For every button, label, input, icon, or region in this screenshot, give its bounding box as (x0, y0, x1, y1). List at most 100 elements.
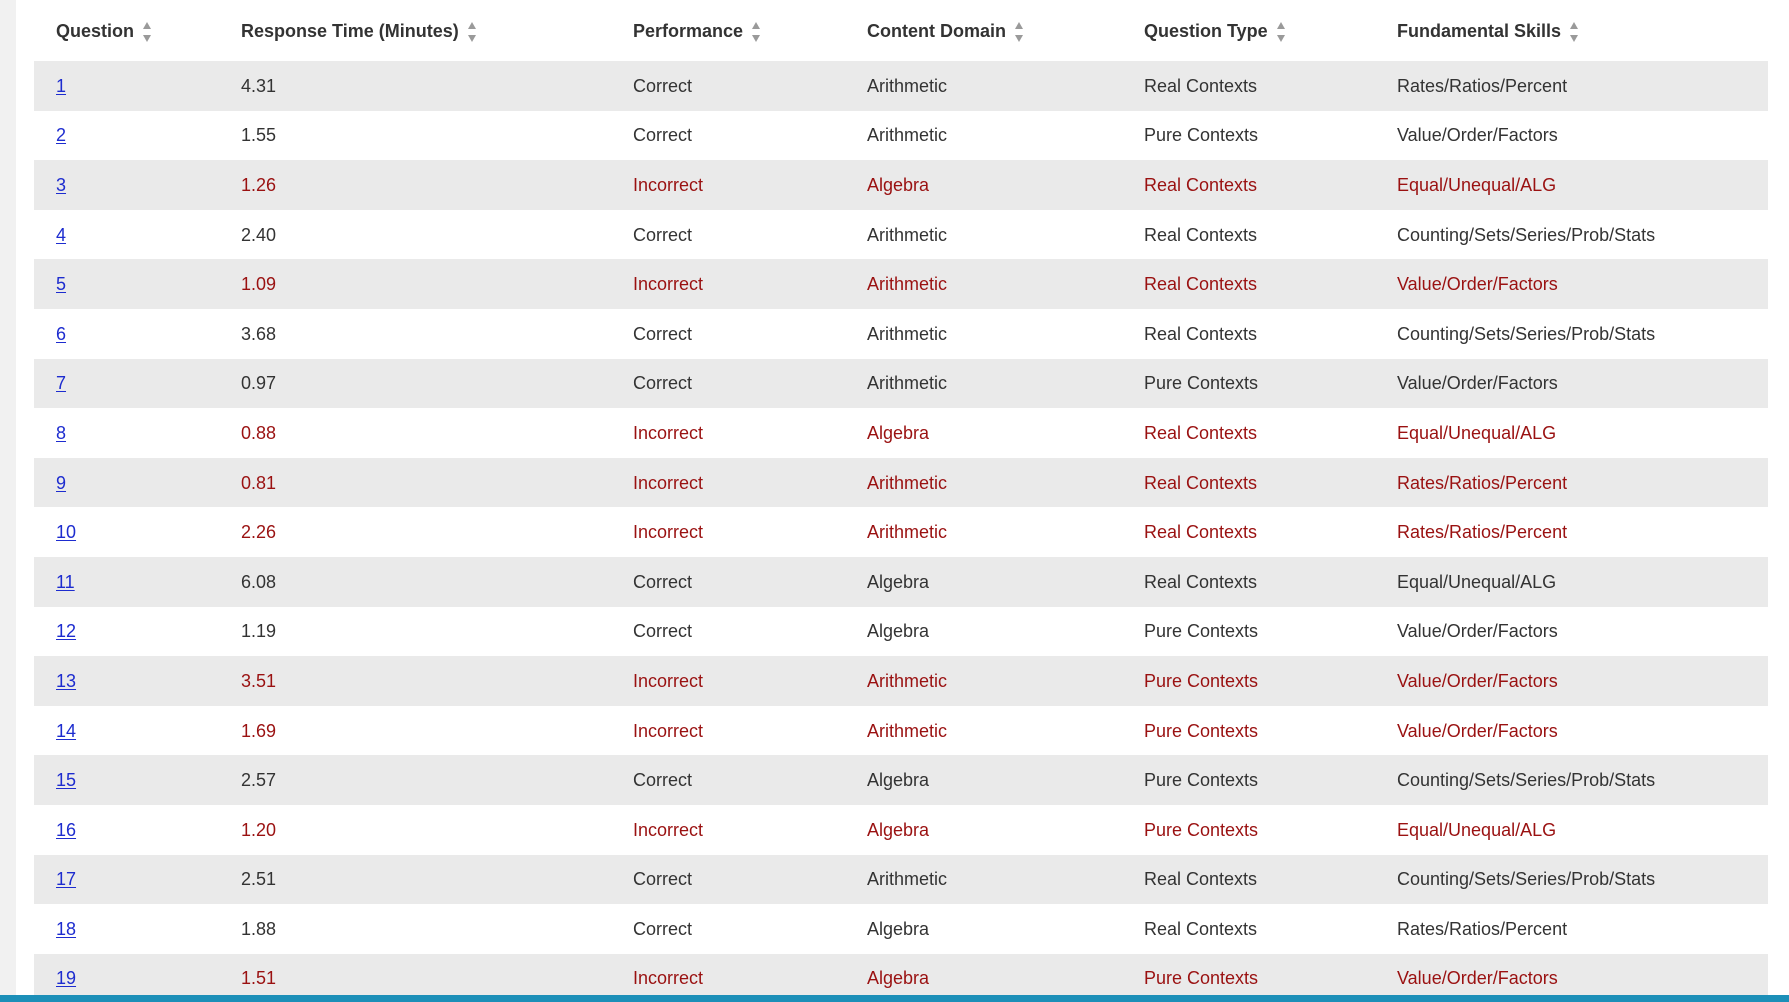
response-time-cell: 1.69 (241, 720, 277, 741)
left-gutter (0, 0, 16, 1002)
question-link[interactable]: 16 (56, 820, 76, 840)
question-cell: 9 (34, 458, 241, 508)
question-type-cell: Real Contexts (1144, 174, 1258, 195)
sort-icon[interactable] (142, 21, 152, 43)
sort-icon[interactable] (1276, 21, 1286, 43)
sort-icon[interactable] (467, 21, 477, 43)
question-link[interactable]: 4 (56, 225, 66, 245)
question-link[interactable]: 18 (56, 919, 76, 939)
question-link[interactable]: 8 (56, 423, 66, 443)
table-row: 10 2.26 Incorrect Arithmetic Real Contex… (34, 507, 1768, 557)
fundamental-skills-cell: Rates/Ratios/Percent (1397, 522, 1568, 543)
question-link[interactable]: 11 (56, 572, 75, 592)
content-domain-cell: Algebra (867, 918, 930, 939)
performance-cell: Incorrect (633, 472, 704, 493)
table-row: 2 1.55 Correct Arithmetic Pure Contexts … (34, 110, 1768, 161)
question-type-cell: Pure Contexts (1144, 621, 1259, 642)
question-cell: 17 (34, 855, 241, 905)
question-link[interactable]: 2 (56, 125, 66, 145)
performance-cell: Correct (633, 373, 693, 394)
question-link[interactable]: 1 (56, 76, 66, 96)
table-row: 8 0.88 Incorrect Algebra Real Contexts E… (34, 408, 1768, 458)
performance-cell: Correct (633, 918, 693, 939)
content-domain-cell: Arithmetic (867, 720, 948, 741)
fundamental-skills-cell: Value/Order/Factors (1397, 274, 1558, 295)
question-type-cell: Real Contexts (1144, 918, 1258, 939)
question-cell: 3 (34, 160, 241, 210)
question-type-cell: Pure Contexts (1144, 125, 1259, 146)
table-row: 11 6.08 Correct Algebra Real Contexts Eq… (34, 556, 1768, 607)
fundamental-skills-cell: Value/Order/Factors (1397, 373, 1558, 394)
question-results-table-container: Question Response Time (Minutes) Perform… (34, 0, 1768, 1002)
response-time-cell: 6.08 (241, 571, 277, 592)
header-row: Question Response Time (Minutes) Perform… (34, 0, 1768, 61)
header-content-domain-inner: Content Domain (867, 20, 1024, 42)
performance-cell: Incorrect (633, 274, 704, 295)
performance-cell: Incorrect (633, 670, 704, 691)
fundamental-skills-cell: Equal/Unequal/ALG (1397, 422, 1557, 443)
header-response-time[interactable]: Response Time (Minutes) (241, 0, 633, 61)
fundamental-skills-cell: Value/Order/Factors (1397, 670, 1558, 691)
question-cell: 11 (34, 557, 241, 607)
performance-cell: Correct (633, 770, 693, 791)
table-row: 13 3.51 Incorrect Arithmetic Pure Contex… (34, 656, 1768, 706)
question-type-cell: Real Contexts (1144, 571, 1258, 592)
response-time-cell: 2.51 (241, 869, 277, 890)
header-performance-inner: Performance (633, 20, 761, 42)
question-link[interactable]: 12 (56, 621, 76, 641)
table-row: 18 1.88 Correct Algebra Real Contexts Ra… (34, 904, 1768, 954)
header-response-time-inner: Response Time (Minutes) (241, 20, 477, 42)
question-cell: 10 (34, 507, 241, 557)
question-link[interactable]: 6 (56, 324, 66, 344)
question-type-cell: Pure Contexts (1144, 670, 1259, 691)
response-time-cell: 1.20 (241, 819, 277, 840)
question-type-cell: Real Contexts (1144, 274, 1258, 295)
fundamental-skills-cell: Value/Order/Factors (1397, 621, 1558, 642)
question-link[interactable]: 9 (56, 473, 66, 493)
question-link[interactable]: 3 (56, 175, 66, 195)
response-time-cell: 1.26 (241, 174, 277, 195)
question-link[interactable]: 7 (56, 373, 66, 393)
header-question[interactable]: Question (34, 0, 241, 61)
question-cell: 18 (34, 904, 241, 954)
question-link[interactable]: 14 (56, 721, 76, 741)
table-header: Question Response Time (Minutes) Perform… (34, 0, 1768, 61)
question-cell: 8 (34, 408, 241, 458)
header-question-type[interactable]: Question Type (1144, 0, 1397, 61)
response-time-cell: 1.09 (241, 274, 277, 295)
question-link[interactable]: 17 (56, 869, 76, 889)
question-link[interactable]: 5 (56, 274, 66, 294)
question-link[interactable]: 10 (56, 522, 76, 542)
response-time-cell: 3.68 (241, 323, 277, 344)
header-content-domain-label: Content Domain (867, 20, 1006, 41)
table-row: 9 0.81 Incorrect Arithmetic Real Context… (34, 457, 1768, 508)
content-domain-cell: Arithmetic (867, 869, 948, 890)
content-domain-cell: Arithmetic (867, 125, 948, 146)
sort-icon[interactable] (1569, 21, 1579, 43)
content-domain-cell: Arithmetic (867, 323, 948, 344)
sort-icon[interactable] (1014, 21, 1024, 43)
content-domain-cell: Arithmetic (867, 472, 948, 493)
question-link[interactable]: 13 (56, 671, 76, 691)
content-domain-cell: Arithmetic (867, 75, 948, 96)
table-row: 15 2.57 Correct Algebra Pure Contexts Co… (34, 755, 1768, 805)
question-type-cell: Real Contexts (1144, 472, 1258, 493)
content-domain-cell: Algebra (867, 770, 930, 791)
question-type-cell: Pure Contexts (1144, 720, 1259, 741)
header-response-time-label: Response Time (Minutes) (241, 20, 459, 41)
bottom-accent-bar (0, 995, 1789, 1002)
header-content-domain[interactable]: Content Domain (867, 0, 1144, 61)
question-link[interactable]: 19 (56, 968, 76, 988)
question-cell: 12 (34, 607, 241, 657)
header-fundamental-skills[interactable]: Fundamental Skills (1397, 0, 1768, 61)
sort-icon[interactable] (751, 21, 761, 43)
question-cell: 6 (34, 309, 241, 359)
response-time-cell: 1.55 (241, 125, 277, 146)
question-cell: 1 (34, 61, 241, 111)
header-performance[interactable]: Performance (633, 0, 867, 61)
performance-cell: Correct (633, 323, 693, 344)
question-type-cell: Real Contexts (1144, 522, 1258, 543)
header-question-inner: Question (56, 20, 152, 42)
question-link[interactable]: 15 (56, 770, 76, 790)
header-question-type-inner: Question Type (1144, 20, 1286, 42)
